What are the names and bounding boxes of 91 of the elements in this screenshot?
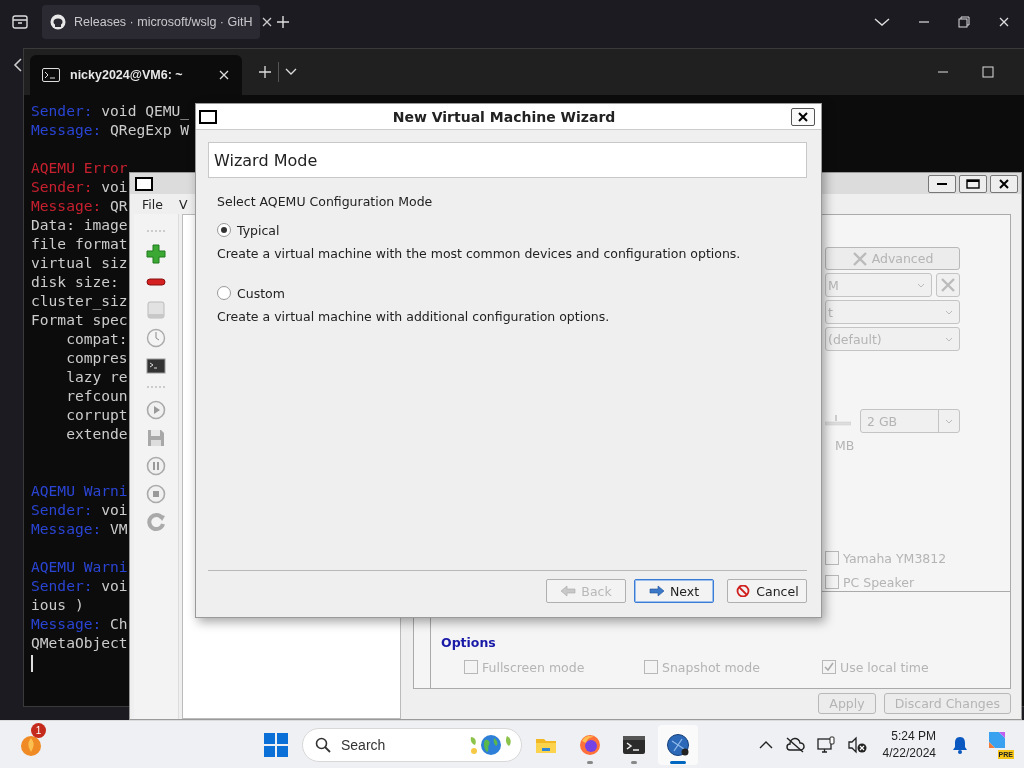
- terminal-line: compat:: [66, 329, 128, 348]
- terminal-line: ious ): [31, 595, 84, 614]
- text-cursor: [31, 654, 33, 672]
- terminal-line: Sender: void QEMU_: [31, 101, 190, 120]
- back-icon[interactable]: [13, 58, 23, 72]
- dialog-title: New Virtual Machine Wizard: [391, 108, 617, 125]
- close-icon[interactable]: [260, 16, 273, 28]
- terminal-line: refcoun: [66, 386, 128, 405]
- radio-button[interactable]: Typical: [217, 222, 807, 238]
- terminal-line: virtual siz: [31, 253, 128, 272]
- close-icon: [797, 110, 809, 123]
- browser-icon: [578, 732, 602, 757]
- terminal-line: AQEMU Error: [31, 158, 128, 177]
- terminal-line: Data: image: [31, 215, 128, 234]
- button[interactable]: Cancel: [727, 579, 807, 603]
- radio-button[interactable]: Custom: [217, 285, 807, 301]
- maximize-icon[interactable]: [982, 66, 994, 78]
- terminal-line: lazy re: [66, 367, 128, 386]
- stop-icon[interactable]: [146, 484, 166, 504]
- window-icon: [199, 109, 217, 124]
- terminal-line: Message: VM: [31, 519, 128, 538]
- slider-drawing: [825, 415, 851, 427]
- terminal-icon: [42, 68, 60, 82]
- maximize-icon: [966, 178, 980, 189]
- menu-item[interactable]: File: [140, 196, 165, 212]
- restore-icon[interactable]: [958, 16, 970, 28]
- close-icon: [998, 177, 1010, 190]
- caret-icon: [917, 282, 925, 288]
- chevron-up-icon[interactable]: [758, 740, 773, 749]
- close-button[interactable]: [791, 107, 815, 126]
- cancel-icon: [735, 585, 752, 597]
- globe-app-icon: [666, 732, 690, 757]
- caret-icon: [945, 309, 953, 315]
- close-icon[interactable]: [998, 16, 1010, 28]
- clock-date[interactable]: 4/22/2024: [882, 744, 936, 762]
- network-icon[interactable]: [816, 735, 835, 754]
- search-icon: [315, 736, 331, 753]
- chevron-down-icon[interactable]: [285, 68, 297, 76]
- terminal-line: Sender: voi: [31, 177, 128, 196]
- terminal-line: compres: [66, 348, 128, 367]
- terminal-line: corrupt: [66, 405, 128, 424]
- description-text: Create a virtual machine with additional configuration options.: [217, 309, 611, 324]
- terminal-icon[interactable]: [146, 356, 166, 376]
- terminal-line: disk size:: [31, 272, 119, 291]
- maximize-button[interactable]: [959, 174, 987, 193]
- terminal-line: Sender: voi: [31, 576, 128, 595]
- terminal-line: Message: QRegExp W: [31, 120, 190, 139]
- page-header: Wizard Mode: [208, 142, 807, 178]
- search-field[interactable]: Search: [302, 727, 522, 762]
- caret-icon: [945, 336, 953, 342]
- new-tab-icon[interactable]: [276, 15, 290, 29]
- group-title: Options: [441, 635, 497, 650]
- bell-icon[interactable]: [952, 735, 968, 754]
- notification-badge: 1: [31, 722, 46, 738]
- terminal-line: AQEMU Warni: [31, 557, 128, 576]
- terminal-line: Format spec: [31, 310, 128, 329]
- terminal-line: Sender: voi: [31, 500, 128, 519]
- tab-list-icon[interactable]: [12, 15, 28, 29]
- add-icon[interactable]: [146, 244, 166, 264]
- check-icon: [824, 662, 834, 672]
- play-icon[interactable]: [146, 400, 166, 420]
- pause-icon[interactable]: [146, 456, 166, 476]
- globe-icon: [469, 732, 513, 757]
- terminal-line: QMetaObject: [31, 633, 128, 652]
- close-button[interactable]: [990, 174, 1018, 193]
- next-arrow-icon: [648, 585, 665, 597]
- terminal-line: file format: [31, 234, 128, 253]
- unit-label: MB: [835, 438, 856, 453]
- terminal-line: Message: QR: [31, 196, 128, 215]
- menu-item[interactable]: V: [176, 196, 190, 212]
- caret-icon: [945, 418, 953, 424]
- chevron-down-icon[interactable]: [874, 17, 890, 27]
- description-text: Create a virtual machine with the most common devices and configuration options.: [217, 246, 742, 261]
- windows-start-icon[interactable]: [264, 732, 288, 757]
- terminal-line: cluster_siz: [31, 291, 128, 310]
- speaker-muted-icon[interactable]: [846, 735, 867, 754]
- prompt-text: Select AQEMU Configuration Mode: [217, 194, 434, 209]
- window-icon: [135, 176, 153, 191]
- clock-time[interactable]: 5:24 PM: [891, 727, 936, 745]
- terminal-line: AQEMU Warni: [31, 481, 128, 500]
- minimize-button[interactable]: [928, 174, 956, 193]
- cloud-off-icon[interactable]: [784, 736, 805, 753]
- new-tab-icon[interactable]: [258, 65, 272, 79]
- back-arrow-icon: [560, 585, 577, 597]
- minimize-icon: [937, 182, 947, 185]
- close-icon[interactable]: [218, 69, 230, 81]
- terminal-line: Message: Ch: [31, 614, 128, 633]
- terminal-tab[interactable]: nicky2024@VM6: ~: [30, 55, 242, 95]
- terminal-line: extende: [66, 424, 128, 443]
- button[interactable]: Next: [634, 579, 714, 603]
- taskbar-app-button[interactable]: [658, 724, 698, 765]
